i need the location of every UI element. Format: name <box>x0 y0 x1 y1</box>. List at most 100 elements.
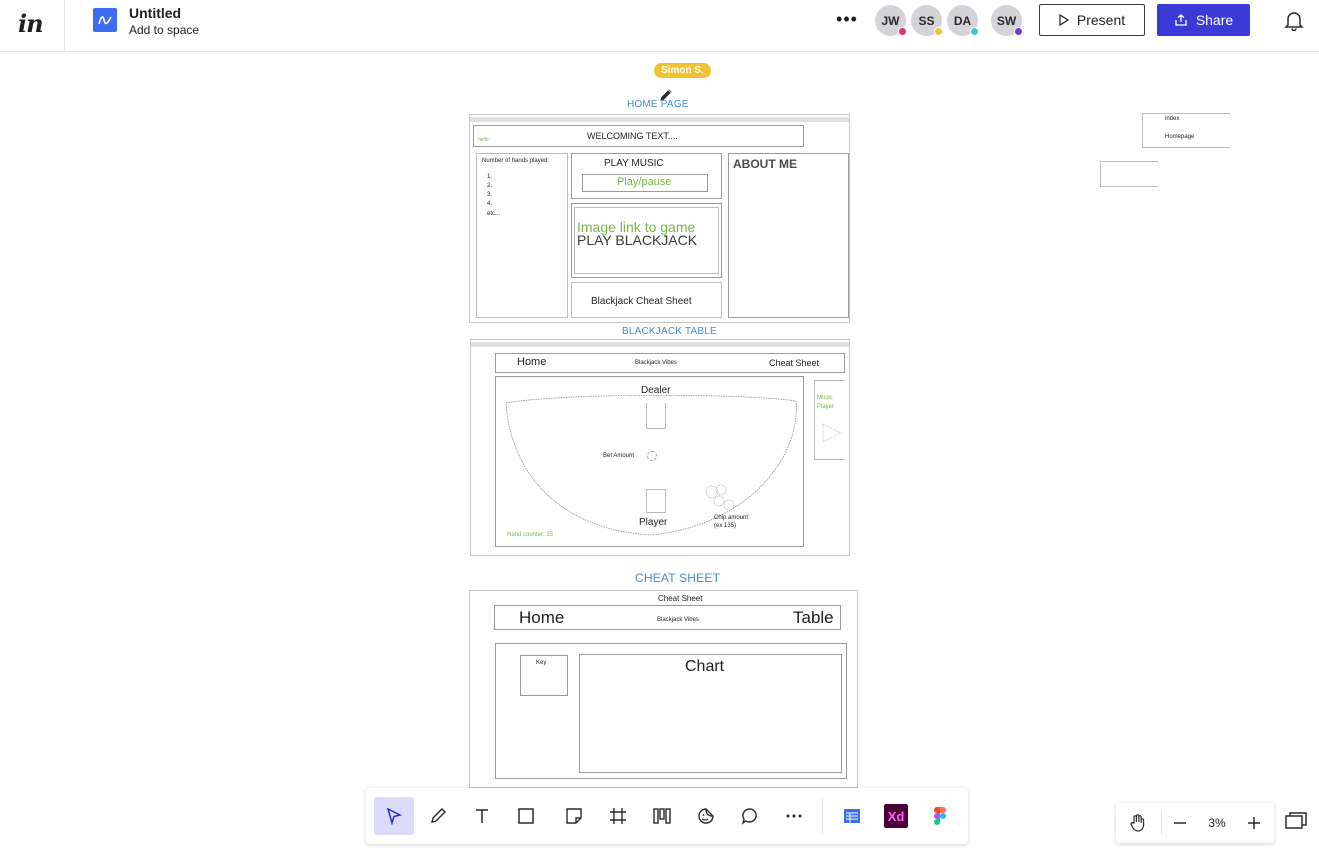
zoom-level[interactable]: 3% <box>1200 816 1234 830</box>
text-icon <box>476 809 488 823</box>
figma-icon <box>934 807 946 825</box>
presence-dot <box>898 27 907 36</box>
play-icon <box>1059 14 1069 26</box>
text-tool-button[interactable] <box>462 797 502 835</box>
music-player-label-2: Player <box>817 404 835 410</box>
avatar-initials: SS <box>918 13 935 28</box>
side-empty-frame[interactable] <box>1100 161 1158 187</box>
play-music-label: PLAY MUSIC <box>604 158 664 169</box>
hands-played-title: Number of hands played: <box>482 158 550 164</box>
notifications-bell-icon[interactable] <box>1283 9 1305 31</box>
side-index-label: index <box>1165 116 1180 122</box>
rectangle-tool-button[interactable] <box>506 797 546 835</box>
frame-label-table[interactable]: BLACKJACK TABLE <box>622 326 717 337</box>
hand-icon <box>1130 814 1145 832</box>
components-tool-button[interactable] <box>642 797 682 835</box>
browser-bar <box>470 117 849 122</box>
key-label: Key <box>536 660 547 666</box>
avatar[interactable]: DA <box>947 5 979 36</box>
invision-logo[interactable]: in <box>18 9 48 38</box>
zoom-out-button[interactable] <box>1168 803 1192 843</box>
play-blackjack-text: PLAY BLACKJACK <box>577 232 698 248</box>
sticker-tool-button[interactable] <box>686 797 726 835</box>
hello-text: hello: <box>478 137 490 143</box>
zoom-controls <box>1116 803 1274 843</box>
pencil-icon <box>431 808 446 823</box>
nav-cheat-sheet: Cheat Sheet <box>769 358 820 368</box>
bottom-toolbar: Xd <box>366 788 968 844</box>
pen-tool-button[interactable] <box>418 797 458 835</box>
dealer-label: Dealer <box>641 385 671 396</box>
zoom-in-button[interactable] <box>1242 803 1266 843</box>
select-tool-button[interactable] <box>374 797 414 835</box>
zoom-divider <box>1161 811 1162 835</box>
columns-icon <box>653 808 671 824</box>
avatar-initials: JW <box>881 13 900 28</box>
adobe-xd-app-button[interactable]: Xd <box>876 797 916 835</box>
avatar[interactable]: SW <box>991 5 1023 36</box>
frame-blackjack-table[interactable]: Home Blackjack Vibes Cheat Sheet Dealer … <box>470 339 850 556</box>
player-card-slot <box>646 489 666 513</box>
present-button[interactable]: Present <box>1039 4 1145 36</box>
bet-amount-label: Bet Amount <box>603 453 635 459</box>
document-title[interactable]: Untitled <box>129 5 181 21</box>
cheat-top-title: Cheat Sheet <box>658 594 703 603</box>
present-label: Present <box>1076 12 1126 28</box>
hand-tool-button[interactable] <box>1120 803 1156 843</box>
bet-chip <box>647 451 657 461</box>
flowchart-app-button[interactable] <box>832 797 872 835</box>
hands-item: 4. <box>487 201 493 207</box>
cheat-sheet-link-text: Blackjack Cheat Sheet <box>591 296 692 307</box>
minus-icon <box>1174 822 1186 824</box>
adobe-xd-label: Xd <box>887 808 905 824</box>
avatar-initials: DA <box>953 13 972 28</box>
presence-dot <box>1014 27 1023 36</box>
more-options-button[interactable]: ••• <box>834 10 860 30</box>
play-pause-text: Play/pause <box>617 176 672 188</box>
plus-icon <box>1248 817 1260 829</box>
figma-app-button[interactable] <box>920 797 960 835</box>
avatar[interactable]: SS <box>911 5 943 36</box>
frame-label-home[interactable]: HOME PAGE <box>627 99 689 110</box>
music-player-label: Music <box>817 395 833 401</box>
player-label: Player <box>639 517 668 528</box>
hand-counter: Hand counter: 35 <box>507 532 554 538</box>
rectangle-icon <box>518 808 534 824</box>
about-me-panel <box>728 153 849 318</box>
hands-item: 3. <box>487 192 493 198</box>
share-button[interactable]: Share <box>1157 4 1250 36</box>
panels-icon <box>1285 812 1307 829</box>
nav-home: Home <box>517 356 547 368</box>
frame-cheat-sheet[interactable]: Cheat Sheet Home Blackjack Vibes Table K… <box>469 590 858 788</box>
hands-item: 1. <box>487 174 493 180</box>
frame-label-cheat[interactable]: CHEAT SHEET <box>635 571 720 585</box>
nav-title: Blackjack Vibes <box>635 360 677 366</box>
music-player-panel <box>814 380 845 460</box>
add-to-space-link[interactable]: Add to space <box>129 23 199 37</box>
share-icon <box>1175 14 1187 26</box>
cheat-nav-title: Blackjack Vibes <box>657 617 699 623</box>
frame-home-page[interactable]: hello: WELCOMING TEXT.... Number of hand… <box>469 114 850 323</box>
hands-item: 2. <box>487 183 493 189</box>
sticky-note-tool-button[interactable] <box>554 797 594 835</box>
welcome-text: WELCOMING TEXT.... <box>587 131 678 141</box>
presence-dot <box>934 27 943 36</box>
about-me-title: ABOUT ME <box>733 157 797 171</box>
more-tools-button[interactable] <box>774 797 814 835</box>
dealer-card-slot <box>646 403 666 429</box>
presence-dot <box>970 27 979 36</box>
cursor-arrow-icon <box>386 807 403 825</box>
frame-tool-button[interactable] <box>598 797 638 835</box>
toggle-panels-button[interactable] <box>1284 810 1312 838</box>
chip-stack-icon <box>705 484 735 511</box>
avatar-initials: SW <box>996 13 1017 28</box>
chart-label: Chart <box>685 658 725 675</box>
cheat-nav-home: Home <box>519 608 565 627</box>
comment-tool-button[interactable] <box>730 797 770 835</box>
side-index-frame[interactable] <box>1142 113 1230 148</box>
sticker-icon <box>698 808 714 824</box>
freehand-doc-icon <box>93 8 117 32</box>
avatar[interactable]: JW <box>875 5 907 36</box>
chip-amount-label: Chip amount <box>714 515 749 521</box>
chip-amount-example: (ex 135) <box>714 523 737 529</box>
